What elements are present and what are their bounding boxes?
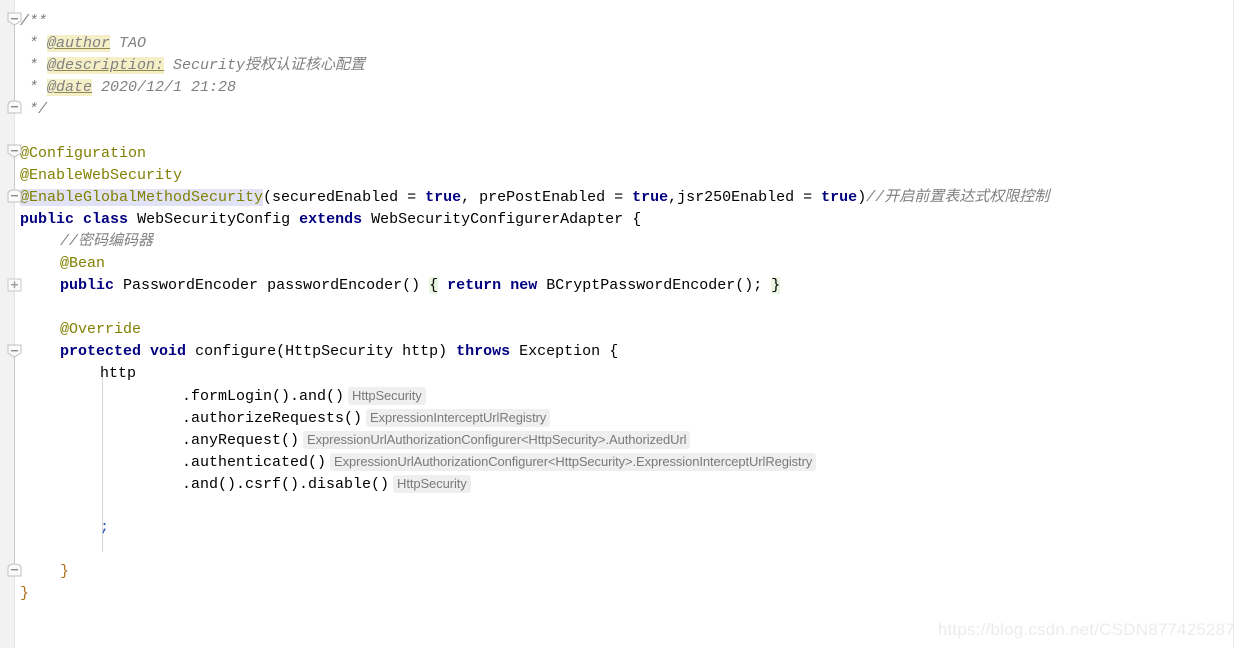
method-close-brace: } [771,277,781,294]
javadoc-star: * [20,79,48,96]
chain-authorize-requests: .authorizeRequests() [182,410,363,427]
fold-marker-annotation-start[interactable] [7,144,22,158]
javadoc-star: * [20,35,48,52]
code-line-class-close-brace: } [20,583,29,605]
fold-marker-javadoc-start[interactable] [7,12,22,26]
chain-any-request: .anyRequest() [182,432,300,449]
code-line-javadoc-close: */ [20,99,47,121]
expr-bcrypt-password-encoder: BCryptPasswordEncoder(); [546,277,763,294]
code-line-and-csrf-disable: .and().csrf().disable() HttpSecurity [182,473,471,495]
variable-http: http [100,365,137,382]
method-password-encoder: passwordEncoder() [267,277,421,294]
fold-region-line-javadoc [14,20,15,104]
code-line-semicolon: ; [100,517,109,539]
code-line-authenticated: .authenticated() ExpressionUrlAuthorizati… [182,451,817,473]
code-line-class-declaration: public class WebSecurityConfig extends W… [20,209,641,231]
gms-args-open: (securedEnabled = [263,189,426,206]
gms-trailing-comment: //开启前置表达式权限控制 [866,189,1050,206]
inlay-hint-authorized-url: ExpressionUrlAuthorizationConfigurer<Htt… [303,431,691,449]
gms-true-1: true [425,189,462,206]
method-open-brace: { [429,277,439,294]
gms-mid-2: ,jsr250Enabled = [668,189,822,206]
javadoc-tag-description: @description: [47,57,165,74]
javadoc-description-value: Security授权认证核心配置 [164,57,366,74]
inlay-hint-http-security-2: HttpSecurity [393,475,471,493]
configure-open-brace: { [609,343,619,360]
method-configure-signature: configure(HttpSecurity http) [195,343,448,360]
code-line-javadoc-date: * @date 2020/12/1 21:28 [20,77,236,99]
code-line-comment-password-encoder: //密码编码器 [60,231,153,253]
class-close-brace: } [20,585,30,602]
type-exception: Exception [519,343,601,360]
inlay-hint-expression-intercept-url-registry: ExpressionInterceptUrlRegistry [366,409,551,427]
annotation-bean: @Bean [60,255,106,272]
code-line-annotation-bean: @Bean [60,253,105,275]
editor-gutter[interactable] [0,0,14,648]
javadoc-tag-date: @date [47,79,93,96]
csdn-watermark: https://blog.csdn.net/CSDN877425287 [937,620,1235,639]
statement-semicolon: ; [100,519,110,536]
keyword-public: public [20,211,75,228]
configure-close-brace: } [60,563,70,580]
code-line-javadoc-author: * @author TAO [20,33,146,55]
keyword-public: public [60,277,115,294]
keyword-throws: throws [456,343,511,360]
javadoc-date-value: 2020/12/1 21:28 [92,79,237,96]
gms-true-3: true [821,189,858,206]
keyword-extends: extends [299,211,363,228]
keyword-void: void [150,343,187,360]
code-line-configure-method: protected void configure(HttpSecurity ht… [60,341,618,363]
annotation-configuration: @Configuration [20,145,147,162]
comment-password-encoder: //密码编码器 [60,233,154,250]
javadoc-tag-author: @author [47,35,111,52]
gms-close-paren: ) [857,189,867,206]
code-line-http-variable: http [100,363,136,385]
fold-marker-configure-start[interactable] [7,344,22,358]
chain-and-csrf-disable: .and().csrf().disable() [182,476,390,493]
inlay-hint-expression-url-auth-configurer: ExpressionUrlAuthorizationConfigurer<Htt… [330,453,817,471]
editor-right-edge [1233,0,1234,648]
code-content[interactable]: /** * @author TAO * @description: Securi… [0,0,1239,648]
annotation-override: @Override [60,321,142,338]
fold-marker-javadoc-end[interactable] [7,100,22,114]
javadoc-author-value: TAO [110,35,147,52]
gms-true-2: true [632,189,669,206]
keyword-protected: protected [60,343,142,360]
inlay-hint-http-security-1: HttpSecurity [348,387,426,405]
code-line-annotation-enable-web-security: @EnableWebSecurity [20,165,182,187]
fold-marker-class-start[interactable] [7,189,22,203]
class-name: WebSecurityConfig [137,211,291,228]
code-editor[interactable]: /** * @author TAO * @description: Securi… [0,0,1239,648]
code-line-any-request: .anyRequest() ExpressionUrlAuthorizationC… [182,429,691,451]
fold-region-line-configure [14,350,15,566]
code-line-configure-close-brace: } [60,561,69,583]
javadoc-star: * [20,57,48,74]
type-password-encoder: PasswordEncoder [123,277,259,294]
keyword-new: new [510,277,538,294]
gms-mid-1: , prePostEnabled = [461,189,633,206]
code-line-password-encoder-method: public PasswordEncoder passwordEncoder()… [60,275,781,297]
keyword-class: class [83,211,129,228]
fold-marker-configure-end[interactable] [7,563,22,577]
super-class-name: WebSecurityConfigurerAdapter [371,211,624,228]
keyword-return: return [447,277,502,294]
code-line-form-login: .formLogin().and() HttpSecurity [182,385,426,407]
code-line-annotation-enable-global-method-security: @EnableGlobalMethodSecurity(securedEnabl… [20,187,1049,209]
javadoc-close-token: */ [20,101,48,118]
annotation-enable-global-method-security: @EnableGlobalMethodSecurity [20,189,264,206]
class-open-brace: { [632,211,642,228]
code-line-annotation-override: @Override [60,319,141,341]
javadoc-open-token: /** [20,13,48,30]
code-line-javadoc-description: * @description: Security授权认证核心配置 [20,55,365,77]
annotation-enable-web-security: @EnableWebSecurity [20,167,183,184]
fold-marker-method-expand[interactable] [7,278,22,292]
code-line-authorize-requests: .authorizeRequests() ExpressionInterceptU… [182,407,551,429]
chain-form-login: .formLogin().and() [182,388,345,405]
code-line-javadoc-open: /** [20,11,47,33]
code-line-annotation-configuration: @Configuration [20,143,146,165]
chain-authenticated: .authenticated() [182,454,327,471]
